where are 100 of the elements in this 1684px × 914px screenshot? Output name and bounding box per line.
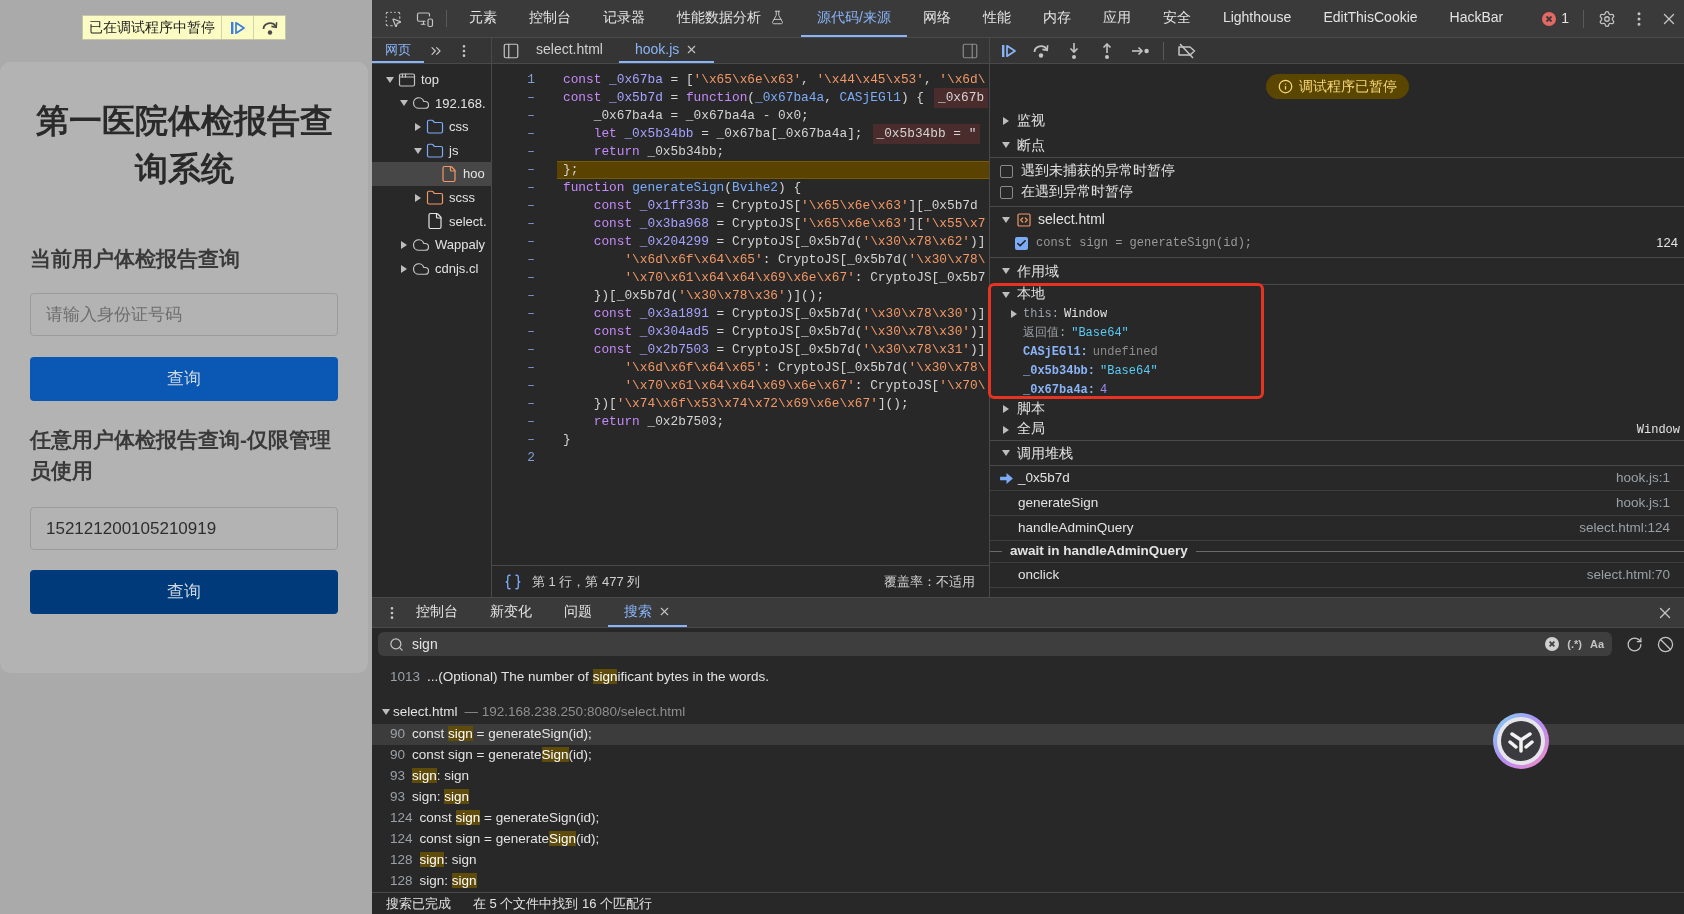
- panel-tab[interactable]: Lighthouse: [1206, 0, 1308, 37]
- panel-tab[interactable]: EditThisCookie: [1307, 0, 1434, 37]
- error-counter[interactable]: 1: [1542, 8, 1569, 29]
- panel-tab[interactable]: 内存: [1026, 0, 1087, 37]
- tree-item[interactable]: Wappaly: [372, 233, 491, 257]
- search-result[interactable]: 1013 ...(Optional) The number of significant bytes in the words.: [372, 667, 1684, 688]
- call-frame[interactable]: generateSign hook.js:1: [990, 491, 1684, 516]
- section-header[interactable]: 断点: [990, 133, 1684, 158]
- query-button[interactable]: 查询: [30, 570, 338, 614]
- drawer-tab[interactable]: 问题: [548, 598, 608, 627]
- caret-right-icon[interactable]: [415, 193, 421, 202]
- call-frame[interactable]: handleAdminQuery select.html:124: [990, 516, 1684, 541]
- panel-left-icon[interactable]: [502, 41, 520, 60]
- panel-tab[interactable]: 性能数据分析: [661, 0, 801, 37]
- devices-icon[interactable]: [416, 9, 434, 28]
- id-number-field[interactable]: 152121200105210919: [30, 507, 338, 550]
- caret-right-icon[interactable]: [401, 264, 407, 273]
- tree-item[interactable]: cdnjs.cl: [372, 256, 491, 281]
- code-line: const _0x2b7503 = CryptoJS[_0x5b7d('\x30\x78\x31')]: [592, 341, 986, 360]
- settings-icon[interactable]: [1598, 9, 1616, 28]
- tree-item[interactable]: 192.168.: [372, 91, 491, 116]
- tree-item[interactable]: js: [372, 138, 491, 163]
- dashed-square-cursor-icon[interactable]: [384, 9, 402, 28]
- up-arrow-dot-icon[interactable]: [1101, 42, 1113, 59]
- right-arrow-dot-icon[interactable]: [1132, 44, 1149, 57]
- call-frame[interactable]: _0x5b7d hook.js:1: [990, 466, 1684, 491]
- tree-item[interactable]: scss: [372, 185, 491, 210]
- scope-group[interactable]: 全局 Window: [990, 419, 1684, 440]
- scope-group[interactable]: 脚本: [990, 399, 1684, 419]
- search-result[interactable]: 93 sign: sign: [372, 766, 1684, 787]
- caret-right-icon[interactable]: [415, 123, 421, 131]
- close-icon[interactable]: [658, 605, 671, 618]
- caret-down-icon[interactable]: [382, 709, 390, 715]
- caret-right-icon[interactable]: [1003, 425, 1009, 434]
- caret-down-icon[interactable]: [400, 100, 408, 107]
- section-header[interactable]: 监视: [990, 108, 1684, 133]
- search-field[interactable]: sign (.*) Aa: [378, 632, 1612, 656]
- search-result[interactable]: 93 sign: sign: [372, 787, 1684, 808]
- search-input[interactable]: sign: [412, 633, 1538, 655]
- line-number: –: [526, 215, 536, 234]
- panel-tab[interactable]: 安全: [1146, 0, 1207, 37]
- call-frame[interactable]: onclick select.html:70: [990, 563, 1684, 588]
- caret-right-icon[interactable]: [1011, 309, 1017, 318]
- panel-tab[interactable]: 控制台: [513, 0, 587, 37]
- panel-tab[interactable]: 元素: [453, 0, 513, 37]
- search-result[interactable]: 124 const sign = generateSign(id);: [372, 808, 1684, 829]
- panel-tab[interactable]: 网络: [906, 0, 967, 37]
- curved-arrow-dot-icon[interactable]: [1033, 43, 1049, 58]
- clear-icon[interactable]: [1545, 637, 1560, 651]
- curved-arrow-dot-icon[interactable]: [261, 20, 278, 35]
- panel-tab[interactable]: 应用: [1086, 0, 1147, 37]
- regex-toggle[interactable]: (.*): [1567, 635, 1582, 653]
- search-result[interactable]: 128 sign: sign: [372, 850, 1684, 871]
- caret-down-icon[interactable]: [414, 147, 422, 154]
- panel-tab[interactable]: HackBar: [1433, 0, 1520, 37]
- caret-right-icon[interactable]: [401, 240, 407, 249]
- tree-item[interactable]: hoo: [372, 162, 491, 186]
- caret-down-icon[interactable]: [1002, 291, 1010, 298]
- search-result[interactable]: 90 const sign = generateSign(id);: [372, 724, 1684, 745]
- caret-right-icon[interactable]: [1003, 116, 1009, 125]
- drawer-tab[interactable]: 搜索: [608, 598, 687, 627]
- tree-item[interactable]: css: [372, 115, 491, 139]
- braces-icon[interactable]: [504, 572, 522, 591]
- file-tab[interactable]: select.html: [520, 38, 619, 63]
- id-number-field[interactable]: 请输入身份证号码: [30, 293, 338, 336]
- section-header[interactable]: 调用堆栈: [990, 441, 1684, 466]
- bar-play-icon[interactable]: [1002, 43, 1016, 58]
- round-logo-icon[interactable]: [1493, 713, 1549, 769]
- tree-item[interactable]: select.: [372, 209, 491, 234]
- search-result[interactable]: 90 const sign = generateSign(id);: [372, 745, 1684, 766]
- checkbox[interactable]: [1000, 186, 1013, 199]
- caret-down-icon[interactable]: [1002, 450, 1010, 456]
- scope-group[interactable]: 本地: [990, 285, 1684, 304]
- caret-down-icon[interactable]: [1002, 216, 1010, 223]
- panel-tab[interactable]: 记录器: [587, 0, 661, 37]
- code-line: })[_0x5b7d('\x30\x78\x36')]();: [592, 287, 825, 306]
- checkbox[interactable]: [1015, 236, 1028, 250]
- section-header[interactable]: 作用域: [990, 258, 1684, 285]
- tree-item[interactable]: top: [372, 68, 491, 92]
- tag-slash-icon[interactable]: [1178, 42, 1196, 59]
- panel-tab[interactable]: 性能: [966, 0, 1027, 37]
- caret-down-icon[interactable]: [386, 76, 394, 83]
- result-file-name[interactable]: select.html: [393, 701, 458, 723]
- down-arrow-dot-icon[interactable]: [1068, 42, 1080, 59]
- query-button[interactable]: 查询: [30, 357, 338, 401]
- checkbox[interactable]: [1000, 165, 1013, 178]
- search-result[interactable]: 128 sign: sign: [372, 871, 1684, 892]
- drawer-tab[interactable]: 控制台: [400, 598, 474, 627]
- breakpoint-code[interactable]: const sign = generateSign(id);: [1036, 234, 1253, 252]
- panel-right-icon[interactable]: [961, 41, 979, 60]
- search-result[interactable]: 124 const sign = generateSign(id);: [372, 829, 1684, 850]
- bar-play-icon[interactable]: [230, 20, 245, 35]
- refresh-icon[interactable]: [1626, 635, 1643, 653]
- match-case-toggle[interactable]: Aa: [1589, 635, 1604, 653]
- breakpoint-file[interactable]: select.html: [990, 207, 1684, 232]
- caret-down-icon[interactable]: [1002, 268, 1010, 274]
- drawer-tab[interactable]: 新变化: [474, 598, 548, 627]
- caret-down-icon[interactable]: [1002, 142, 1010, 148]
- caret-right-icon[interactable]: [1003, 405, 1009, 413]
- ban-icon[interactable]: [1657, 635, 1674, 653]
